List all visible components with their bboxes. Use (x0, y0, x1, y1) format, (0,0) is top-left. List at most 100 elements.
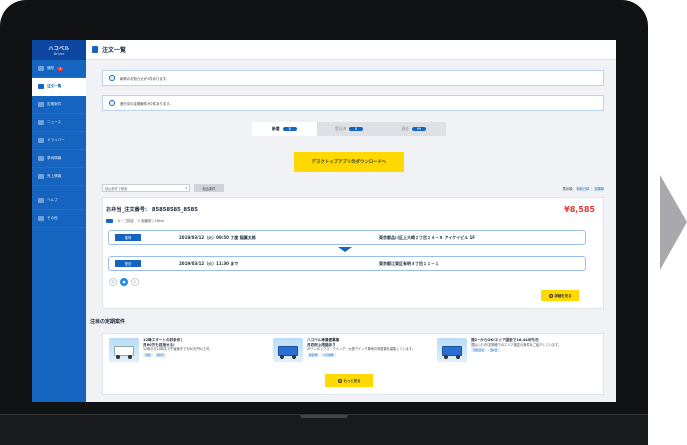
app-screen: ハコベル Driver 通知 3 注文一覧 定期案件 ニュース ドライバー 車両… (32, 40, 616, 402)
info-icon: ! (109, 75, 115, 81)
tab-count: 99 (411, 127, 426, 131)
arrow-right-icon: › (548, 293, 553, 298)
featured-desc: 12時から14時まで午後稼ぎでも60万円以上可。 (143, 347, 213, 352)
featured-tag: 週5日 (154, 352, 166, 357)
sidebar-item-other[interactable]: その他 (32, 210, 86, 228)
person-icon (38, 138, 44, 143)
person-icon[interactable]: ♙ (131, 278, 139, 286)
vehicle-type: カーゴ指定 (117, 219, 134, 223)
sidebar-item-news[interactable]: ニュース (32, 114, 86, 132)
featured-tag: 1日単発 (321, 352, 336, 357)
order-price: ¥8,585 (564, 205, 595, 214)
sidebar-item-orders[interactable]: 注文一覧 (32, 78, 86, 96)
sidebar-item-drivers[interactable]: ドライバー (32, 132, 86, 150)
megaphone-icon (38, 120, 44, 125)
sidebar-item-label: 車両情報 (47, 156, 62, 160)
tab-new[interactable]: 新着 3 (252, 122, 317, 136)
delivery-label: 配送 (115, 260, 141, 267)
delivery-row: 配送 2019/03/12（火）11:30 まで 東京都江東区有明３丁目１１－１ (108, 256, 586, 271)
order-meta: カーゴ指定 2 距離制 / 18km (106, 218, 164, 223)
featured-tag: 週2日 (488, 348, 500, 353)
sort-by-date[interactable]: 新着日時 (576, 187, 589, 191)
sort-by-distance[interactable]: 距離順 (594, 187, 604, 191)
detail-button-label: 詳細を見る (554, 294, 572, 298)
arrow-right-icon: › (337, 378, 342, 383)
pickup-address: 東京都品川区上大崎２丁目２４－９ アイケイビル 1F (379, 234, 476, 240)
more-button[interactable]: › もっと見る (325, 374, 373, 387)
sidebar-item-label: 注文一覧 (47, 84, 62, 88)
chevron-down-icon: ▾ (185, 186, 187, 190)
tab-label: 新着 (272, 126, 280, 131)
order-card[interactable]: お弁当_注文番号： 85858585_8585 ¥8,585 カーゴ指定 2 距… (102, 197, 604, 309)
more-icon (38, 216, 44, 221)
calendar-icon (38, 102, 44, 107)
download-app-button[interactable]: デスクトップアプリのダウンロードへ (294, 152, 404, 172)
tab-past[interactable]: 過去 99 (381, 122, 447, 136)
sidebar-item-label: 定期案件 (47, 102, 62, 106)
help-icon (38, 198, 44, 203)
truck-icon (38, 156, 44, 161)
document-icon (92, 46, 98, 53)
sidebar-item-label: ドライバー (47, 138, 65, 142)
distance-info: 2 距離制 / 18km (137, 219, 165, 223)
notice-banner[interactable]: ! 新着のお知らせが1件あります。 (102, 70, 604, 86)
laptop-base (0, 414, 648, 445)
laptop-frame: ハコベル Driver 通知 3 注文一覧 定期案件 ニュース ドライバー 車両… (0, 0, 648, 438)
featured-desc: 2tワンボックス・ウイング・大型ウイング車両の専属便を募集しています。 (307, 347, 415, 352)
featured-tag: 軽貨物 (307, 352, 320, 357)
sort-options: 表示順： 新着日時 ｜ 距離順 (563, 186, 604, 191)
sidebar-item-label: 売上情報 (47, 174, 62, 178)
tab-label: 過去 (401, 126, 409, 131)
sidebar-item-label: ヘルプ (47, 198, 58, 202)
page-title: 注文一覧 (102, 47, 127, 54)
phone-icon[interactable]: ☏ (109, 278, 117, 286)
pickup-row: 集荷 2019/03/12（火）09:50 丁度 稲葉太郎 東京都品川区上大崎２… (108, 230, 586, 245)
delivery-address: 東京都江東区有明３丁目１１－１ (379, 260, 439, 266)
pickup-time: 2019/03/12（火）09:50 丁度 稲葉太郎 (179, 234, 256, 240)
featured-desc: 週払いも可!定期便でのエリア固定の案件をご紹介しています。 (471, 342, 562, 347)
next-arrow-icon[interactable] (660, 175, 687, 270)
sidebar-item-label: 通知 (47, 66, 55, 70)
filter-select[interactable]: 絞込条件で検索 ▾ (102, 184, 190, 192)
truck-icon (106, 218, 113, 223)
tab-count: 8 (349, 127, 364, 131)
featured-tag: 月給 (143, 352, 153, 357)
more-button-label: もっと見る (343, 379, 361, 383)
featured-tag: 月給日払 (471, 348, 487, 353)
filter-button[interactable]: 絞込条件 (194, 184, 224, 192)
delivery-time: 2019/03/12（火）11:30 まで (179, 260, 239, 266)
notice-text: 新着のお知らせが1件あります。 (120, 76, 170, 81)
notice-banner[interactable]: ! 進行中の定期案件が2件あります。 (102, 95, 604, 111)
sidebar-item-vehicles[interactable]: 車両情報 (32, 150, 86, 168)
featured-item[interactable]: 週2~からOK!エリア固定で16,445円/日 週払いも可!定期便でのエリア固定… (437, 338, 597, 370)
sidebar-item-sales[interactable]: 売上情報 (32, 168, 86, 186)
tab-count: 3 (282, 127, 297, 131)
list-icon (38, 84, 44, 89)
featured-item[interactable]: ハコベル専属便募集 月収例上限額あり 2tワンボックス・ウイング・大型ウイング車… (273, 338, 433, 370)
order-tabs: 新着 3 受注済 8 過去 99 (252, 122, 447, 136)
notice-text: 進行中の定期案件が2件あります。 (120, 101, 173, 106)
sidebar-item-help[interactable]: ヘルプ (32, 192, 86, 210)
info-icon: ! (109, 100, 115, 106)
logo-subtext: Driver (53, 51, 65, 56)
sidebar-item-regular[interactable]: 定期案件 (32, 96, 86, 114)
sidebar-item-label: ニュース (47, 120, 62, 124)
tab-accepted[interactable]: 受注済 8 (316, 122, 382, 136)
tab-label: 受注済 (334, 126, 347, 131)
featured-panel: 12時スタートの好条件！ 月60万も目指せる! 12時から14時まで午後稼ぎでも… (102, 333, 604, 395)
sidebar-item-notifications[interactable]: 通知 3 (32, 60, 86, 78)
detail-button[interactable]: › 詳細を見る (541, 290, 579, 301)
bell-icon (38, 66, 44, 71)
order-customer: お弁当_注文番号： 85858585_8585 (106, 207, 198, 213)
featured-section-title: 注目の定期案件 (90, 319, 126, 325)
route-arrow-icon (338, 247, 352, 252)
chat-icon[interactable]: ● (120, 278, 128, 286)
truck-photo (273, 338, 303, 362)
logo-text: ハコベル (48, 45, 70, 52)
sort-prefix: 表示順： (562, 186, 576, 191)
contact-icons: ☏ ● ♙ (109, 278, 139, 286)
featured-item[interactable]: 12時スタートの好条件！ 月60万も目指せる! 12時から14時まで午後稼ぎでも… (109, 338, 269, 370)
notification-badge: 3 (57, 66, 64, 71)
truck-photo (437, 338, 467, 362)
chart-icon (38, 174, 44, 179)
